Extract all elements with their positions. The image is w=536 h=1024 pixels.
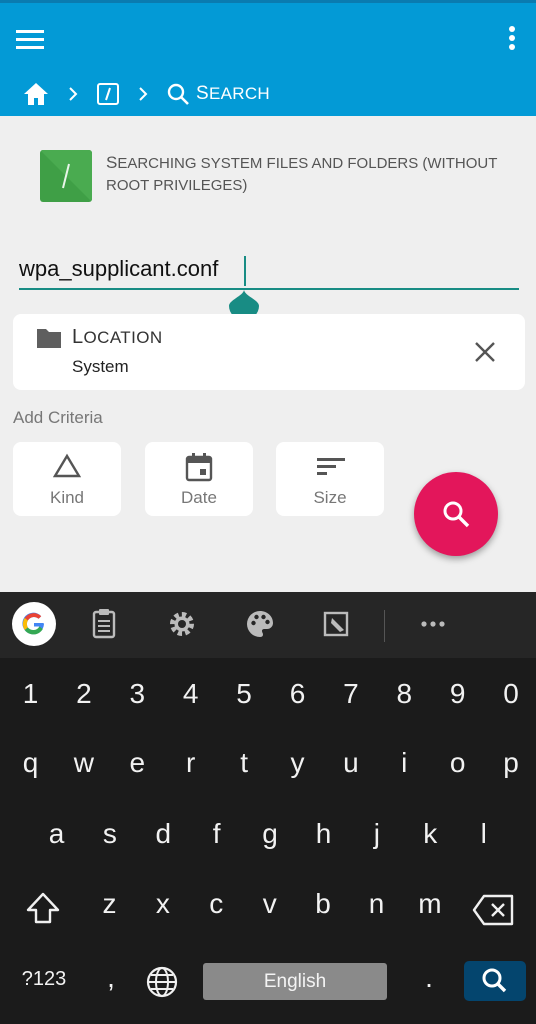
key-2[interactable]: 2: [57, 678, 110, 710]
soft-keyboard: 1234567890 qwertyuiop asdfghjkl zxcvbnm ?12…: [0, 592, 536, 1024]
search-icon: [443, 501, 470, 528]
criteria-size-button[interactable]: Size: [276, 442, 384, 516]
symbols-key[interactable]: ?123: [14, 968, 74, 991]
key-7[interactable]: 7: [324, 678, 377, 710]
key-e[interactable]: e: [111, 747, 164, 779]
clipboard-icon: [92, 609, 116, 639]
chevron-right-icon: [69, 87, 78, 101]
add-criteria-label: Add Criteria: [13, 408, 103, 427]
calendar-icon: [185, 453, 213, 482]
triangle-icon: [53, 453, 81, 478]
search-content: SEARCHING SYSTEM FILES AND FOLDERS (WITH…: [0, 116, 536, 592]
google-logo-icon: [12, 602, 56, 646]
location-title: LOCATION: [72, 326, 163, 348]
criteria-kind-button[interactable]: Kind: [13, 442, 121, 516]
breadcrumb-root[interactable]: [96, 82, 120, 106]
settings-button[interactable]: [160, 602, 204, 646]
keyboard-toolbar: [0, 592, 536, 658]
search-input-underline: [19, 288, 519, 290]
key-w[interactable]: w: [57, 747, 110, 779]
more-vert-icon: [509, 26, 515, 50]
key-h[interactable]: h: [297, 818, 350, 850]
globe-icon[interactable]: [145, 965, 179, 999]
space-key[interactable]: English: [203, 963, 387, 1000]
breadcrumb: SEARCH: [22, 77, 270, 111]
folder-icon: [37, 329, 61, 348]
key-f[interactable]: f: [190, 818, 243, 850]
shift-key[interactable]: [24, 890, 62, 928]
close-icon[interactable]: [473, 340, 497, 364]
key-m[interactable]: m: [403, 888, 456, 920]
google-button[interactable]: [12, 602, 56, 646]
criteria-size-label: Size: [313, 488, 347, 507]
key-u[interactable]: u: [324, 747, 377, 779]
period-key[interactable]: .: [414, 962, 444, 994]
key-s[interactable]: s: [83, 818, 136, 850]
key-q[interactable]: q: [4, 747, 57, 779]
search-input[interactable]: wpa_supplicant.conf: [19, 256, 519, 288]
key-c[interactable]: c: [190, 888, 243, 920]
search-scope-text: SEARCHING SYSTEM FILES AND FOLDERS (WITH…: [106, 153, 498, 194]
criteria-kind-label: Kind: [49, 488, 85, 507]
clipboard-button[interactable]: [82, 602, 126, 646]
search-icon: [482, 968, 507, 993]
key-5[interactable]: 5: [218, 678, 271, 710]
text-cursor: [244, 256, 246, 286]
key-y[interactable]: y: [271, 747, 324, 779]
key-j[interactable]: j: [350, 818, 403, 850]
edit-icon: [323, 611, 349, 637]
criteria-date-label: Date: [181, 488, 217, 507]
search-icon: [167, 83, 189, 105]
location-value: System: [72, 357, 129, 376]
key-8[interactable]: 8: [378, 678, 431, 710]
comma-key[interactable]: ,: [96, 962, 126, 994]
chevron-right-icon: [139, 87, 148, 101]
one-handed-button[interactable]: [314, 602, 358, 646]
key-0[interactable]: 0: [485, 678, 536, 710]
search-fab[interactable]: [414, 472, 498, 556]
backspace-key[interactable]: [472, 893, 516, 927]
key-i[interactable]: i: [378, 747, 431, 779]
key-l[interactable]: l: [457, 818, 510, 850]
root-folder-icon: [97, 83, 119, 105]
menu-button[interactable]: [14, 23, 48, 53]
key-g[interactable]: g: [244, 818, 297, 850]
key-b[interactable]: b: [297, 888, 350, 920]
key-3[interactable]: 3: [111, 678, 164, 710]
key-a[interactable]: a: [30, 818, 83, 850]
key-p[interactable]: p: [485, 747, 536, 779]
key-6[interactable]: 6: [271, 678, 324, 710]
key-4[interactable]: 4: [164, 678, 217, 710]
sort-icon: [317, 458, 345, 475]
more-horiz-icon: [421, 621, 445, 627]
key-d[interactable]: d: [137, 818, 190, 850]
location-card[interactable]: LOCATION System: [13, 314, 525, 390]
more-button[interactable]: [411, 602, 455, 646]
search-info: SEARCHING SYSTEM FILES AND FOLDERS (WITH…: [40, 150, 520, 202]
palette-icon: [247, 611, 273, 637]
key-t[interactable]: t: [218, 747, 271, 779]
overflow-menu-button[interactable]: [502, 21, 522, 55]
app-bar: SEARCH: [0, 0, 536, 116]
breadcrumb-search[interactable]: SEARCH: [166, 82, 270, 106]
criteria-date-button[interactable]: Date: [145, 442, 253, 516]
key-v[interactable]: v: [243, 888, 296, 920]
key-z[interactable]: z: [83, 888, 136, 920]
settings-icon: [170, 612, 194, 636]
key-n[interactable]: n: [350, 888, 403, 920]
key-x[interactable]: x: [136, 888, 189, 920]
root-folder-icon: [40, 150, 92, 202]
key-k[interactable]: k: [404, 818, 457, 850]
menu-icon: [16, 30, 44, 49]
enter-search-key[interactable]: [464, 961, 526, 1001]
toolbar-divider: [384, 610, 385, 642]
key-r[interactable]: r: [164, 747, 217, 779]
theme-button[interactable]: [238, 602, 282, 646]
key-9[interactable]: 9: [431, 678, 484, 710]
home-icon: [24, 83, 48, 105]
key-1[interactable]: 1: [4, 678, 57, 710]
key-o[interactable]: o: [431, 747, 484, 779]
breadcrumb-home[interactable]: [22, 81, 50, 107]
breadcrumb-search-label: SEARCH: [196, 83, 270, 104]
